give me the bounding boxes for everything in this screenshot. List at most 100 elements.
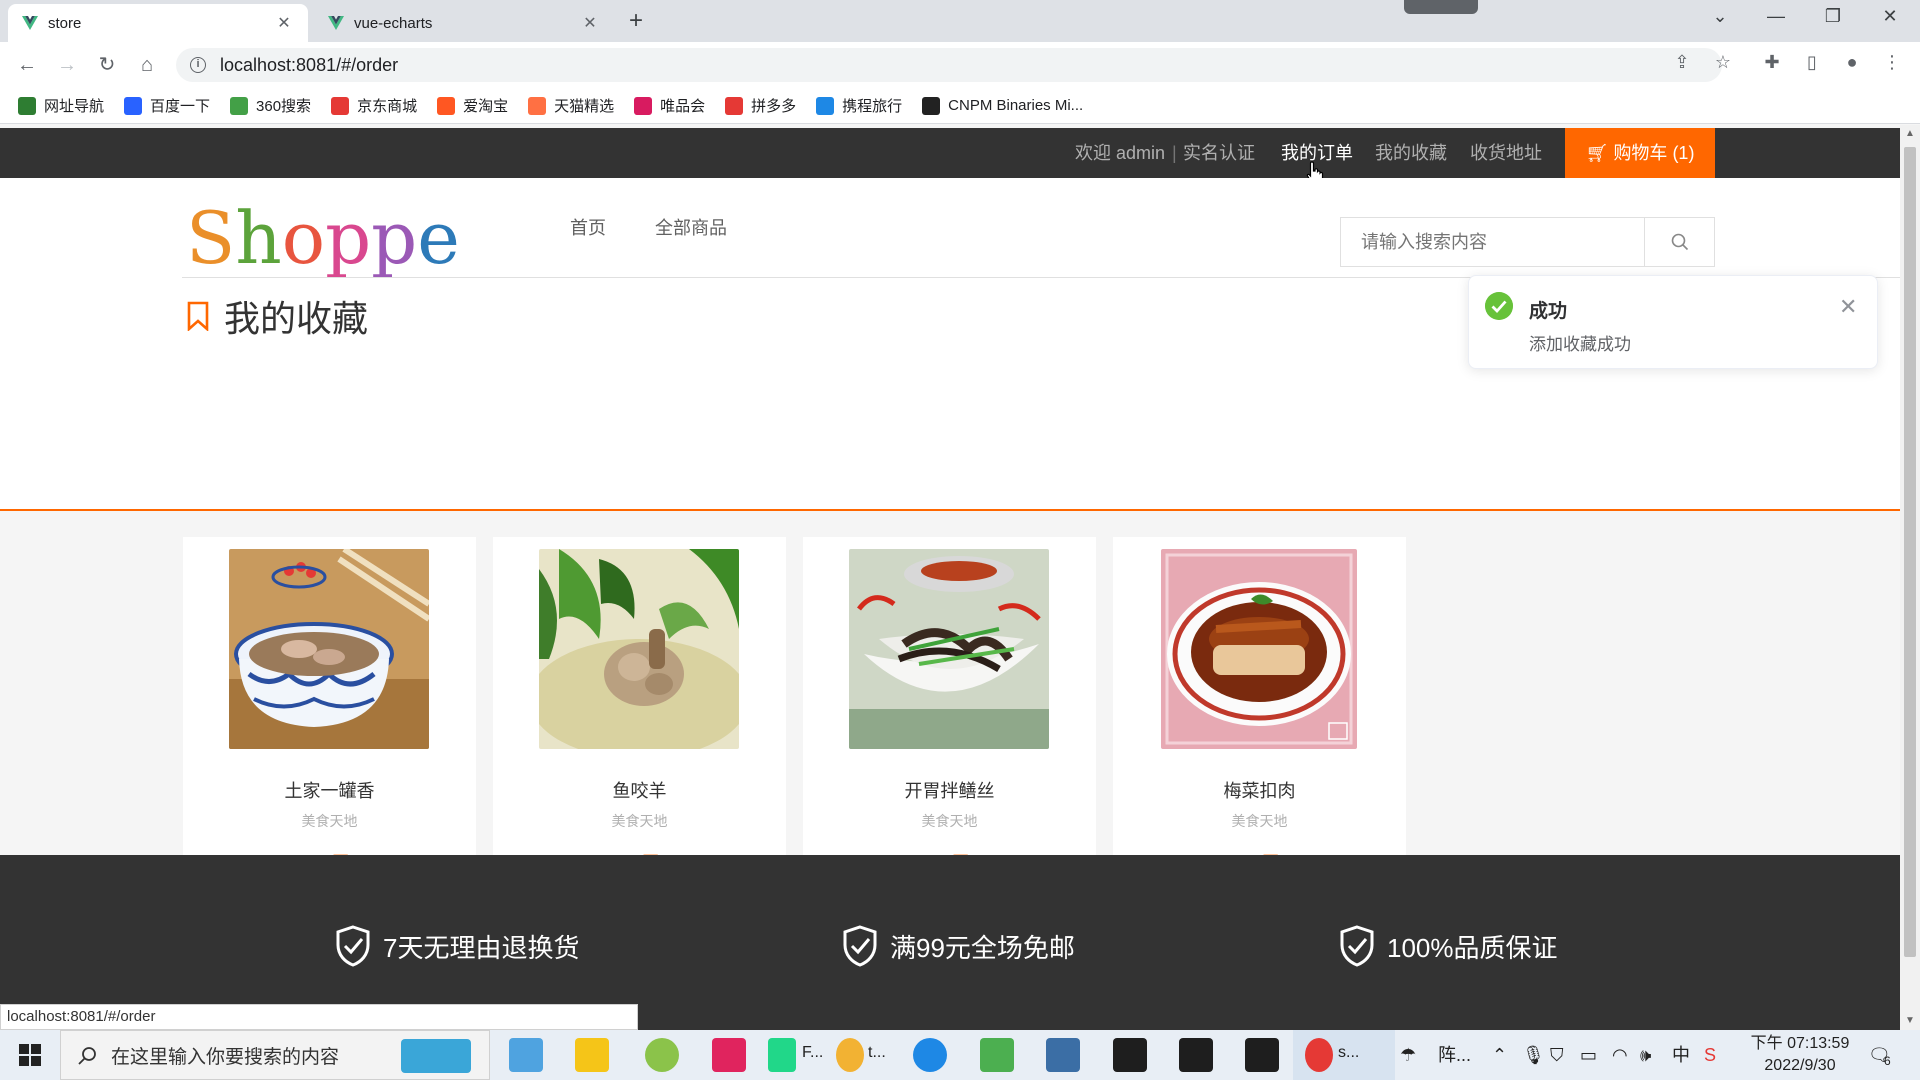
weather-label[interactable]: 阵... [1438,1030,1471,1080]
terminal-icon[interactable] [1113,1038,1147,1072]
back-arrow-icon[interactable]: ← [14,52,40,78]
cart-label: 购物车 (1) [1613,143,1695,163]
logo-letter: p [371,196,418,280]
product-name[interactable]: 鱼咬羊 [493,777,786,803]
extensions-icon[interactable]: ✚ [1760,52,1784,73]
product-image[interactable] [849,549,1049,749]
bookmark-label: 360搜索 [256,98,312,115]
taskbar-app-icon[interactable] [1046,1038,1080,1072]
bookmark-item[interactable]: 爱淘宝 [437,95,508,116]
page-scrollbar[interactable]: ▲ ▼ [1900,125,1920,1030]
tab-vue-echarts[interactable]: vue-echarts ✕ [314,4,614,42]
close-icon[interactable]: ✕ [274,13,294,33]
taskbar-app-label: t... [868,1044,886,1061]
info-icon[interactable]: i [190,57,206,73]
bookmark-label: CNPM Binaries Mi... [948,97,1084,114]
reload-icon[interactable]: ↻ [94,52,120,78]
terminal-icon[interactable] [1245,1038,1279,1072]
verify-link[interactable]: 实名认证 [1183,128,1255,178]
forward-arrow-icon[interactable]: → [54,52,80,78]
windows-start-button[interactable] [0,1030,60,1080]
volume-icon[interactable]: 🕪︎ [1640,1030,1651,1080]
search-input[interactable] [1341,218,1644,266]
address-link[interactable]: 收货地址 [1470,128,1542,178]
cart-button[interactable]: 🛒︎ 购物车 (1) [1565,128,1715,178]
scroll-up-icon[interactable]: ▲ [1900,125,1920,143]
scrollbar-thumb[interactable] [1904,147,1916,957]
taskbar-clock[interactable]: 下午 07:13:59 2022/9/30 [1745,1033,1855,1077]
wifi-icon[interactable]: ◠ [1612,1030,1628,1080]
close-window-button[interactable]: ✕ [1870,6,1910,27]
search-icon [1671,233,1688,251]
bookmark-item[interactable]: CNPM Binaries Mi... [922,96,1084,115]
bookmark-favicon-icon [528,96,547,115]
nav-all-products[interactable]: 全部商品 [655,178,727,278]
search-button[interactable] [1644,218,1714,266]
taskbar-app-icon[interactable] [836,1038,864,1072]
bookmark-item[interactable]: 网址导航 [18,95,104,116]
clock-date: 2022/9/30 [1764,1057,1836,1074]
bookmark-item[interactable]: 360搜索 [230,95,311,116]
address-url[interactable]: localhost:8081/#/order [220,55,398,76]
battery-icon[interactable]: ▭ [1580,1030,1597,1080]
bookmark-star-icon[interactable]: ☆ [1711,52,1735,73]
home-icon[interactable]: ⌂ [134,52,160,78]
shoppe-logo[interactable]: Shoppe [186,198,460,278]
new-tab-button[interactable]: + [622,8,650,36]
share-icon[interactable]: ⇪ [1670,52,1694,73]
microphone-icon[interactable]: 🎙︎ [1522,1030,1545,1080]
profile-avatar-icon[interactable]: ● [1840,52,1864,73]
shield-check-icon [336,925,370,967]
bookmark-item[interactable]: 百度一下 [124,95,210,116]
notification-count: 6 [1884,1054,1891,1068]
product-image[interactable] [539,549,739,749]
minimize-button[interactable]: — [1756,6,1796,27]
nav-home[interactable]: 首页 [570,178,606,278]
address-bar[interactable]: i localhost:8081/#/order [176,48,1722,82]
close-icon[interactable]: ✕ [580,13,600,33]
bookmark-favicon-icon [816,96,835,115]
taskbar-app-icon[interactable] [509,1038,543,1072]
my-favorites-link[interactable]: 我的收藏 [1375,128,1447,178]
edge-icon[interactable] [913,1038,947,1072]
taskbar-search[interactable]: 在这里输入你要搜索的内容 [60,1030,490,1080]
tab-search-icon[interactable]: ⌄ [1700,6,1740,27]
ime-indicator[interactable]: 中 [1672,1030,1690,1080]
bookmark-item[interactable]: 京东商城 [331,95,417,116]
feature-quality: 100%品质保证 [1339,925,1558,967]
feature-returns: 7天无理由退换货 [335,925,579,967]
pycharm-icon[interactable] [768,1038,796,1072]
bookmark-item[interactable]: 唯品会 [634,95,705,116]
chevron-up-icon[interactable]: ⌃ [1492,1030,1507,1080]
file-explorer-icon[interactable] [575,1038,609,1072]
bookmark-item[interactable]: 天猫精选 [528,95,614,116]
menu-kebab-icon[interactable]: ⋮ [1880,52,1904,73]
shield-check-icon [1340,925,1374,967]
logo-letter: p [325,196,372,280]
bookmark-item[interactable]: 拼多多 [725,95,796,116]
scroll-down-icon[interactable]: ▼ [1900,1012,1920,1030]
feature-label: 7天无理由退换货 [383,932,580,963]
chrome-icon[interactable] [1305,1038,1333,1072]
product-name[interactable]: 开胃拌鳝丝 [803,777,1096,803]
bookmark-item[interactable]: 携程旅行 [816,95,902,116]
taskbar-app-icon[interactable] [980,1038,1014,1072]
terminal-icon[interactable] [1179,1038,1213,1072]
close-icon[interactable]: ✕ [1839,294,1857,320]
product-image[interactable] [1161,549,1357,749]
shield-icon[interactable]: ⛉ [1550,1030,1564,1080]
page-viewport: 欢迎 admin | 实名认证 我的订单 我的收藏 收货地址 🛒︎ 购物车 (1… [0,125,1900,1030]
product-name[interactable]: 梅菜扣肉 [1113,777,1406,803]
restore-button[interactable]: ❐ [1813,6,1853,27]
bookmark-label: 网址导航 [44,98,105,115]
taskbar-app-icon[interactable] [645,1038,679,1072]
clock-time: 下午 07:13:59 [1750,1035,1850,1052]
sogou-icon[interactable]: S [1704,1030,1716,1080]
tab-store[interactable]: store ✕ [8,4,308,42]
product-image[interactable] [229,549,429,749]
weather-icon[interactable]: ☂ [1400,1030,1416,1080]
side-panel-icon[interactable]: ▯ [1800,52,1824,73]
product-name[interactable]: 土家一罐香 [183,777,476,803]
intellij-icon[interactable] [712,1038,746,1072]
favorites-heading: 我的收藏 [186,290,368,342]
